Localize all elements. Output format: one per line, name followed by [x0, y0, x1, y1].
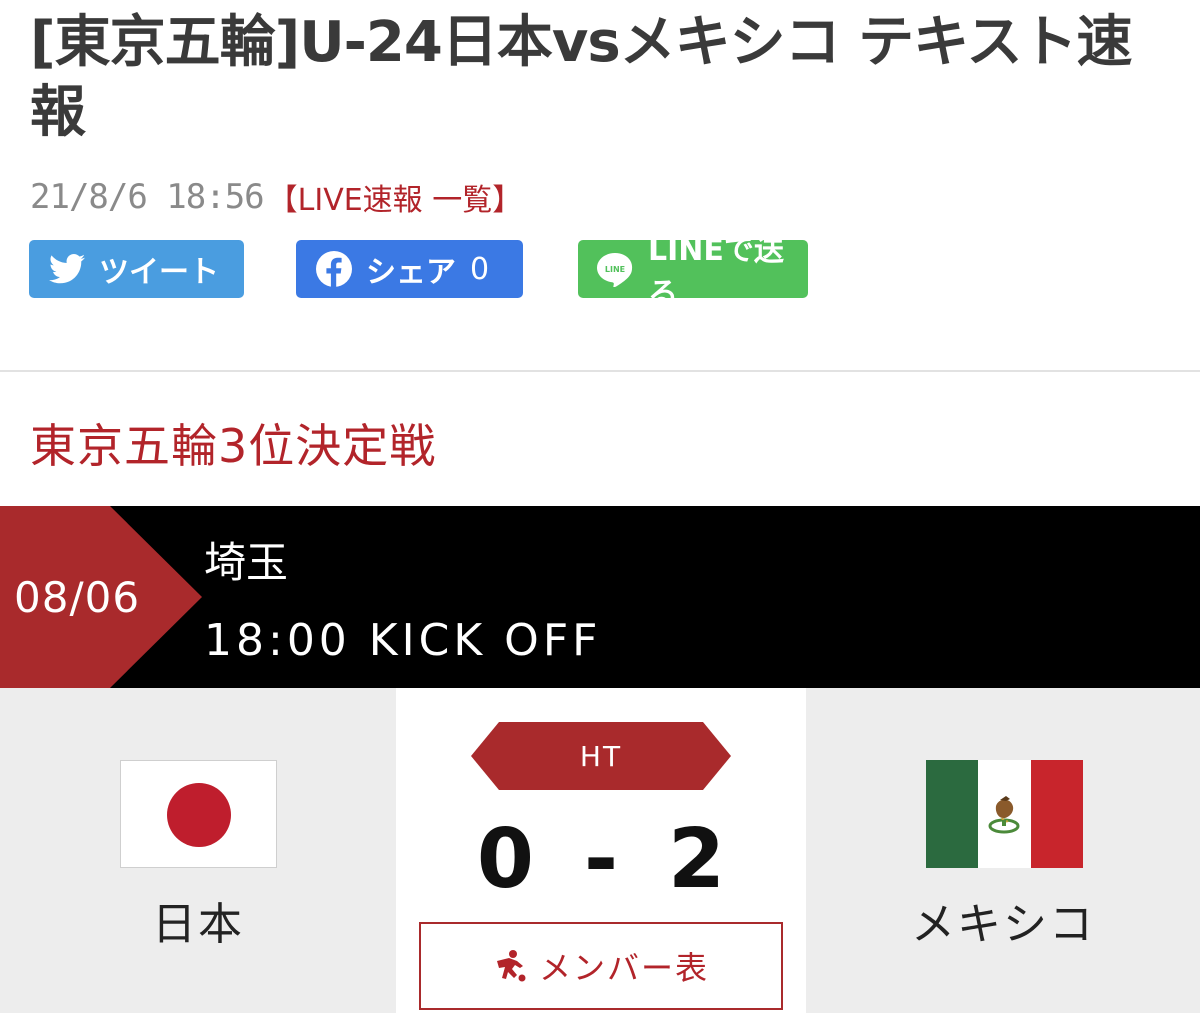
facebook-icon [316, 251, 352, 287]
mexico-flag-icon [926, 760, 1083, 868]
tweet-label: ツイート [99, 255, 219, 290]
line-send-label: LINEで送る [648, 233, 784, 312]
match-date-badge: 08/06 [0, 506, 202, 688]
kickoff-time: 18:00 KICK OFF [204, 615, 602, 666]
away-team: メキシコ [806, 688, 1200, 1013]
home-team-name: 日本 [152, 899, 244, 950]
score-panel: HT 0-2 メンバー表 [396, 688, 806, 1013]
facebook-share-count: 0 [470, 251, 490, 287]
player-kick-icon [496, 950, 526, 982]
article-title: [東京五輪]U-24日本vsメキシコ テキスト速報 [30, 10, 1132, 145]
line-icon: LINE [597, 253, 633, 287]
mexico-coat-of-arms-icon [988, 796, 1020, 834]
home-score: 0 [476, 812, 534, 907]
facebook-share-button[interactable]: シェア 0 [296, 240, 523, 298]
lineup-label: メンバー表 [538, 949, 709, 987]
flag-white-band [978, 760, 1031, 868]
flag-green-band [926, 760, 979, 868]
lineup-button[interactable]: メンバー表 [419, 922, 783, 1010]
live-list-link[interactable]: 【LIVE速報 一覧】 [268, 175, 523, 219]
home-team: 日本 [0, 688, 396, 1013]
flag-red-band [1030, 760, 1083, 868]
line-icon-text: LINE [605, 265, 625, 274]
facebook-share-label: シェア [366, 255, 456, 290]
scoreboard: 日本 HT 0-2 メンバー表 メキシコ [0, 688, 1200, 1013]
section-divider [0, 370, 1200, 372]
tweet-button[interactable]: ツイート [29, 240, 244, 298]
flag-sun-disc [167, 783, 231, 847]
match-heading: 東京五輪3位決定戦 [30, 419, 437, 473]
publish-datetime: 21/8/6 18:56 [30, 177, 265, 217]
share-buttons: ツイート シェア 0 LINE LINEで送る [0, 233, 1200, 312]
twitter-bird-icon [49, 254, 85, 284]
japan-flag-icon [120, 760, 277, 868]
score-display: 0-2 [396, 810, 806, 910]
line-send-button[interactable]: LINE LINEで送る [578, 233, 808, 312]
score-separator: - [583, 812, 619, 907]
away-team-name: メキシコ [911, 899, 1095, 950]
away-score: 2 [668, 812, 726, 907]
article-meta: 21/8/6 18:56 【LIVE速報 一覧】 [30, 172, 522, 222]
match-status-badge: HT [471, 722, 731, 790]
match-info-bar: 08/06 埼玉 18:00 KICK OFF [0, 506, 1200, 688]
match-venue: 埼玉 [204, 538, 289, 587]
